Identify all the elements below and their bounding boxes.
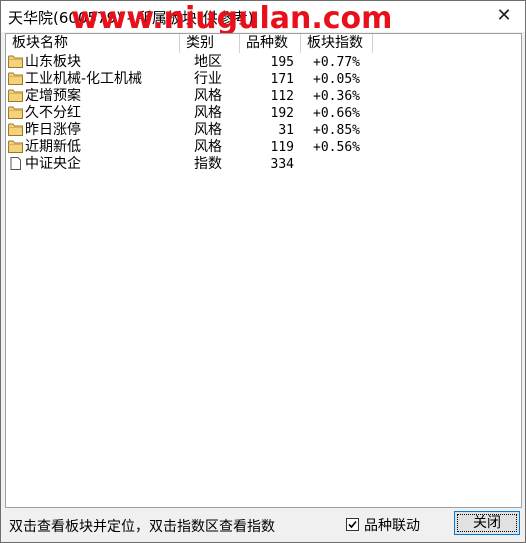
table-row[interactable]: 昨日涨停 风格 31 +0.85% (6, 122, 521, 139)
row-name-cell: 久不分红 (8, 105, 188, 122)
row-count: 31 (278, 123, 294, 138)
row-name: 中证央企 (25, 156, 81, 172)
row-name: 久不分红 (25, 105, 81, 121)
row-type: 行业 (194, 71, 222, 87)
row-name-cell: 工业机械-化工机械 (8, 71, 188, 88)
row-index: +0.36% (313, 89, 360, 104)
column-header-filler (373, 34, 521, 53)
watermark-text: www.niugulan.com (71, 1, 393, 36)
row-index: +0.85% (313, 123, 360, 138)
checkbox-icon[interactable] (346, 518, 359, 531)
row-type: 指数 (194, 156, 222, 172)
row-name-cell: 近期新低 (8, 139, 188, 156)
table-row[interactable]: 中证央企 指数 334 (6, 156, 521, 173)
hint-text: 双击查看板块并定位，双击指数区查看指数 (9, 519, 275, 535)
column-header-index[interactable]: 板块指数 (301, 34, 373, 53)
row-name-cell: 昨日涨停 (8, 122, 188, 139)
title-bar[interactable]: 天华院(600579) - 所属板块(供参考) www.niugulan.com… (1, 1, 525, 36)
row-type: 风格 (194, 122, 222, 138)
row-count: 192 (270, 106, 294, 121)
table-row[interactable]: 定增预案 风格 112 +0.36% (6, 88, 521, 105)
row-index: +0.77% (313, 55, 360, 70)
table-row[interactable]: 近期新低 风格 119 +0.56% (6, 139, 521, 156)
table-row[interactable]: 工业机械-化工机械 行业 171 +0.05% (6, 71, 521, 88)
row-index: +0.05% (313, 72, 360, 87)
row-count: 112 (270, 89, 294, 104)
dialog-window: 天华院(600579) - 所属板块(供参考) www.niugulan.com… (0, 0, 526, 543)
row-name-cell: 山东板块 (8, 54, 188, 71)
list-header: 板块名称 类别 品种数 板块指数 (6, 34, 521, 53)
row-type: 地区 (194, 54, 222, 70)
table-row[interactable]: 山东板块 地区 195 +0.77% (6, 54, 521, 71)
row-type: 风格 (194, 88, 222, 104)
row-type: 风格 (194, 139, 222, 155)
row-index: +0.56% (313, 140, 360, 155)
row-name-cell: 定增预案 (8, 88, 188, 105)
column-header-type[interactable]: 类别 (180, 34, 240, 53)
table-row[interactable]: 久不分红 风格 192 +0.66% (6, 105, 521, 122)
column-header-name[interactable]: 板块名称 (6, 34, 180, 53)
close-button[interactable]: 关闭 (454, 511, 520, 535)
row-count: 171 (270, 72, 294, 87)
row-name: 山东板块 (25, 54, 81, 70)
close-icon[interactable]: ✕ (491, 4, 517, 28)
row-type: 风格 (194, 105, 222, 121)
sector-list[interactable]: 板块名称 类别 品种数 板块指数 山东板块 地区 195 +0.77% 工业机械-化工机… (5, 33, 522, 508)
row-index: +0.66% (313, 106, 360, 121)
row-count: 195 (270, 55, 294, 70)
row-name: 近期新低 (25, 139, 81, 155)
row-name: 定增预案 (25, 88, 81, 104)
column-header-count[interactable]: 品种数 (240, 34, 301, 53)
checkbox-label: 品种联动 (364, 518, 420, 534)
linkage-checkbox[interactable]: 品种联动 (346, 515, 420, 534)
row-count: 334 (270, 157, 294, 172)
row-name: 昨日涨停 (25, 122, 81, 138)
row-name-cell: 中证央企 (8, 156, 188, 173)
document-icon (8, 157, 23, 175)
row-count: 119 (270, 140, 294, 155)
row-name: 工业机械-化工机械 (25, 71, 143, 87)
row-index (302, 156, 360, 173)
